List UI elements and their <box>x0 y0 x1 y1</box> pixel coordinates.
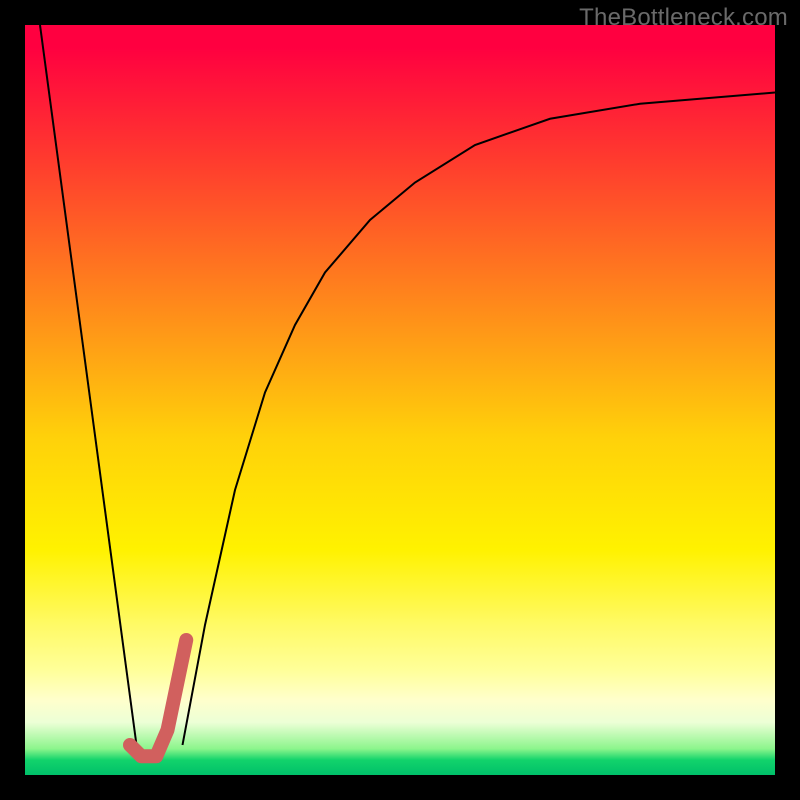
left-descent-line <box>40 25 138 753</box>
chart-frame: TheBottleneck.com <box>0 0 800 800</box>
hook-overlay-line <box>130 640 186 756</box>
watermark-text: TheBottleneck.com <box>579 4 788 32</box>
right-curve-line <box>183 93 776 746</box>
plot-area <box>25 25 775 775</box>
chart-svg <box>25 25 775 775</box>
